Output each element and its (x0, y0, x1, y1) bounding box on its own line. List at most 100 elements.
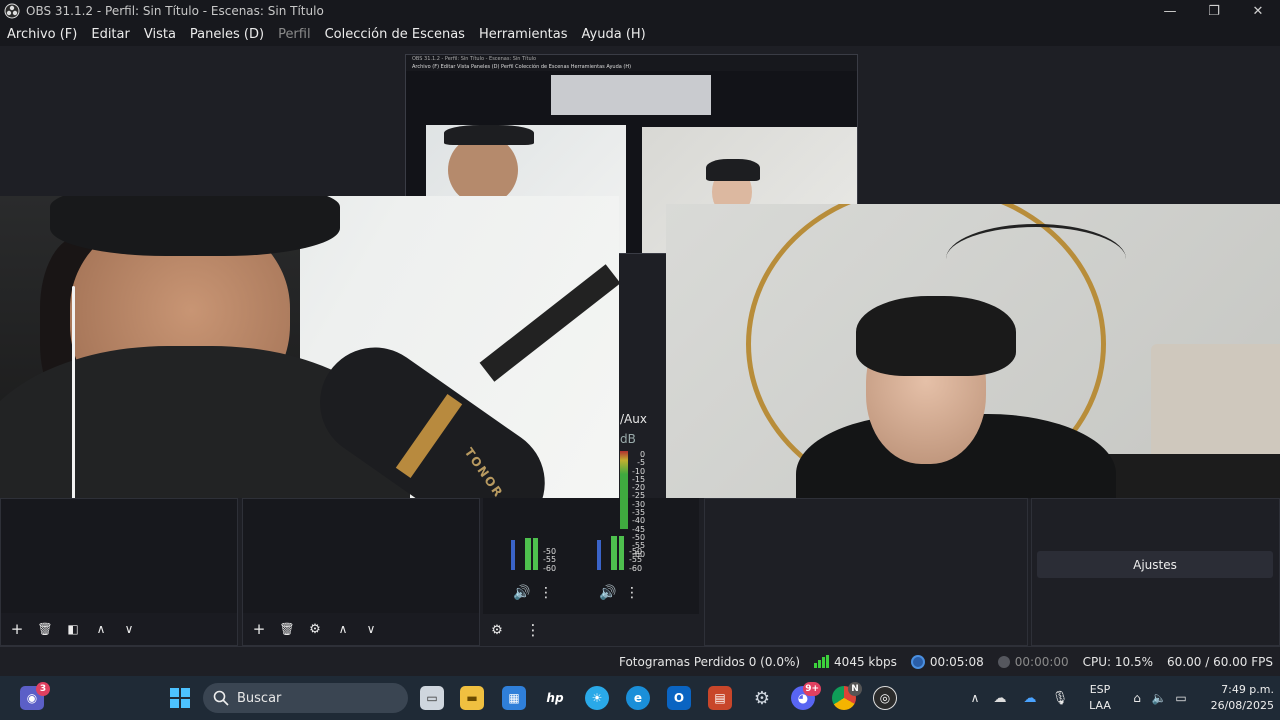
menu-vista[interactable]: Vista (137, 27, 183, 42)
scenes-list[interactable] (1, 499, 237, 613)
cpu-usage: CPU: 10.5% (1082, 654, 1154, 669)
menu-herramientas[interactable]: Herramientas (472, 27, 575, 42)
channel2-meter (611, 536, 617, 570)
channel1-menu-button[interactable]: ⋮ (535, 582, 557, 604)
hp-app-icon[interactable]: hp (543, 686, 567, 710)
add-source-button[interactable]: + (249, 619, 269, 639)
signal-bars-icon (814, 655, 830, 668)
menu-bar: Archivo (F) Editar Vista Paneles (D) Per… (0, 22, 1280, 46)
weather-app-icon[interactable]: ☀ (585, 686, 609, 710)
onedrive-icon[interactable]: ☁ (1015, 691, 1045, 706)
menu-archivo[interactable]: Archivo (F) (0, 27, 84, 42)
obs-taskbar-icon[interactable]: ◎ (873, 686, 897, 710)
menu-ayuda[interactable]: Ayuda (H) (575, 27, 653, 42)
menu-paneles[interactable]: Paneles (D) (183, 27, 271, 42)
obs-logo-icon (4, 3, 20, 19)
status-bar: Fotogramas Perdidos 0 (0.0%) 4045 kbps 0… (0, 646, 1280, 676)
show-hidden-icons-icon[interactable]: ∧ (965, 691, 985, 705)
move-scene-down-button[interactable]: ∨ (119, 619, 139, 639)
office-app-icon[interactable]: ▤ (708, 686, 732, 710)
move-source-up-button[interactable]: ∧ (333, 619, 353, 639)
mic-arm (479, 264, 619, 382)
mixer-full-meter (620, 451, 628, 529)
scenes-dock: + 🗑 ◧ ∧ ∨ (0, 498, 238, 646)
menu-editar[interactable]: Editar (84, 27, 137, 42)
nested-preview (551, 75, 711, 115)
scenes-toolbar: + 🗑 ◧ ∧ ∨ (1, 613, 237, 645)
task-view-icon[interactable]: ▭ (420, 686, 444, 710)
remove-source-button[interactable]: 🗑 (277, 619, 297, 639)
channel2-mute-button[interactable]: 🔊 (597, 582, 619, 604)
discord-badge: 9+ (803, 682, 821, 696)
taskbar-clock[interactable]: 7:49 p.m. 26/08/2025 (1211, 682, 1274, 714)
transitions-dock (704, 498, 1028, 646)
mixer-db-label: dB (620, 432, 636, 446)
clock-time: 7:49 p.m. (1221, 683, 1274, 696)
menu-perfil[interactable]: Perfil (271, 27, 318, 42)
chat-app-icon[interactable]: ◉ 3 (20, 682, 50, 710)
sources-list[interactable] (243, 499, 479, 613)
close-button[interactable]: ✕ (1236, 0, 1280, 22)
system-tray: ∧ ☁ ☁ 🎙 (965, 676, 1075, 720)
settings-gear-icon[interactable]: ⚙ (750, 686, 774, 710)
nested-menu: Archivo (F) Editar Vista Paneles (D) Per… (406, 63, 857, 71)
move-source-down-button[interactable]: ∨ (361, 619, 381, 639)
file-explorer-icon[interactable]: ▬ (460, 686, 484, 710)
record-time-value: 00:00:00 (1014, 654, 1069, 669)
controls-dock: Ajustes (1031, 498, 1280, 646)
docks-area: + 🗑 ◧ ∧ ∨ + 🗑 ⚙ ∧ ∨ -50 -55 -60 -50 -55 … (0, 412, 1280, 646)
title-bar: OBS 31.1.2 - Perfil: Sin Título - Escena… (0, 0, 1280, 22)
nested-title: OBS 31.1.2 - Perfil: Sin Título - Escena… (406, 55, 857, 63)
chat-badge: 3 (36, 682, 50, 696)
mixer-toolbar: ⚙ ⋮ (483, 614, 701, 646)
search-icon (213, 690, 229, 706)
settings-button[interactable]: Ajustes (1037, 551, 1273, 578)
broadcast-icon (910, 654, 925, 669)
windows-taskbar: ◉ 3 Buscar ▭ ▬ ▦ hp ☀ e O ▤ ⚙ ◕ 9+ N ◎ ∧… (0, 676, 1280, 720)
menu-coleccion-escenas[interactable]: Colección de Escenas (318, 27, 472, 42)
bitrate-value: 4045 kbps (834, 654, 897, 669)
clock-date: 26/08/2025 (1210, 699, 1274, 712)
minimize-button[interactable]: — (1148, 0, 1192, 22)
channel1-meter (525, 538, 531, 570)
window-title: OBS 31.1.2 - Perfil: Sin Título - Escena… (26, 4, 324, 18)
maximize-button[interactable]: ❐ (1192, 0, 1236, 22)
microsoft-store-icon[interactable]: ▦ (502, 686, 526, 710)
language-indicator[interactable]: ESP LAA (1088, 682, 1112, 714)
cloud-icon[interactable]: ☁ (985, 691, 1015, 706)
add-scene-button[interactable]: + (7, 619, 27, 639)
remove-scene-button[interactable]: 🗑 (35, 619, 55, 639)
bitrate-indicator: 4045 kbps (807, 655, 904, 669)
microphone-icon[interactable]: 🎙 (1045, 691, 1075, 706)
chrome-profile-badge: N (848, 682, 862, 696)
cap (50, 196, 340, 256)
move-scene-up-button[interactable]: ∧ (91, 619, 111, 639)
edge-browser-icon[interactable]: e (626, 686, 650, 710)
start-button-icon[interactable] (168, 686, 192, 710)
dropped-frames: Fotogramas Perdidos 0 (0.0%) (618, 654, 801, 669)
fps-indicator: 60.00 / 60.00 FPS (1167, 654, 1273, 669)
battery-icon[interactable]: ▭ (1170, 691, 1192, 705)
mixer-advanced-button[interactable]: ⚙ (487, 620, 507, 640)
source-properties-button[interactable]: ⚙ (305, 619, 325, 639)
outlook-icon[interactable]: O (667, 686, 691, 710)
sources-dock: + 🗑 ⚙ ∧ ∨ (242, 498, 480, 646)
sources-toolbar: + 🗑 ⚙ ∧ ∨ (243, 613, 479, 645)
scene-filters-button[interactable]: ◧ (63, 619, 83, 639)
mixer-panel: -50 -55 -60 -50 -55 -60 🔊 ⋮ 🔊 ⋮ (483, 498, 699, 614)
mixer-menu-button[interactable]: ⋮ (523, 620, 543, 640)
camera-source-1[interactable]: TONOR (0, 196, 619, 544)
discord-icon[interactable]: ◕ 9+ (791, 682, 821, 710)
channel1-meter-left (511, 540, 515, 570)
record-icon (997, 655, 1010, 668)
volume-icon[interactable]: 🔈 (1148, 691, 1170, 705)
audio-mixer-dock: -50 -55 -60 -50 -55 -60 🔊 ⋮ 🔊 ⋮ ⚙ ⋮ (483, 498, 701, 646)
network-icon[interactable]: ⌂ (1126, 691, 1148, 705)
taskbar-search[interactable]: Buscar (203, 683, 408, 713)
channel2-menu-button[interactable]: ⋮ (621, 582, 643, 604)
channel1-scale: -50 -55 -60 (543, 547, 557, 573)
channel2-meter-left (597, 540, 601, 570)
cap-2 (856, 296, 1016, 376)
chrome-icon[interactable]: N (832, 682, 862, 710)
channel1-mute-button[interactable]: 🔊 (511, 582, 533, 604)
